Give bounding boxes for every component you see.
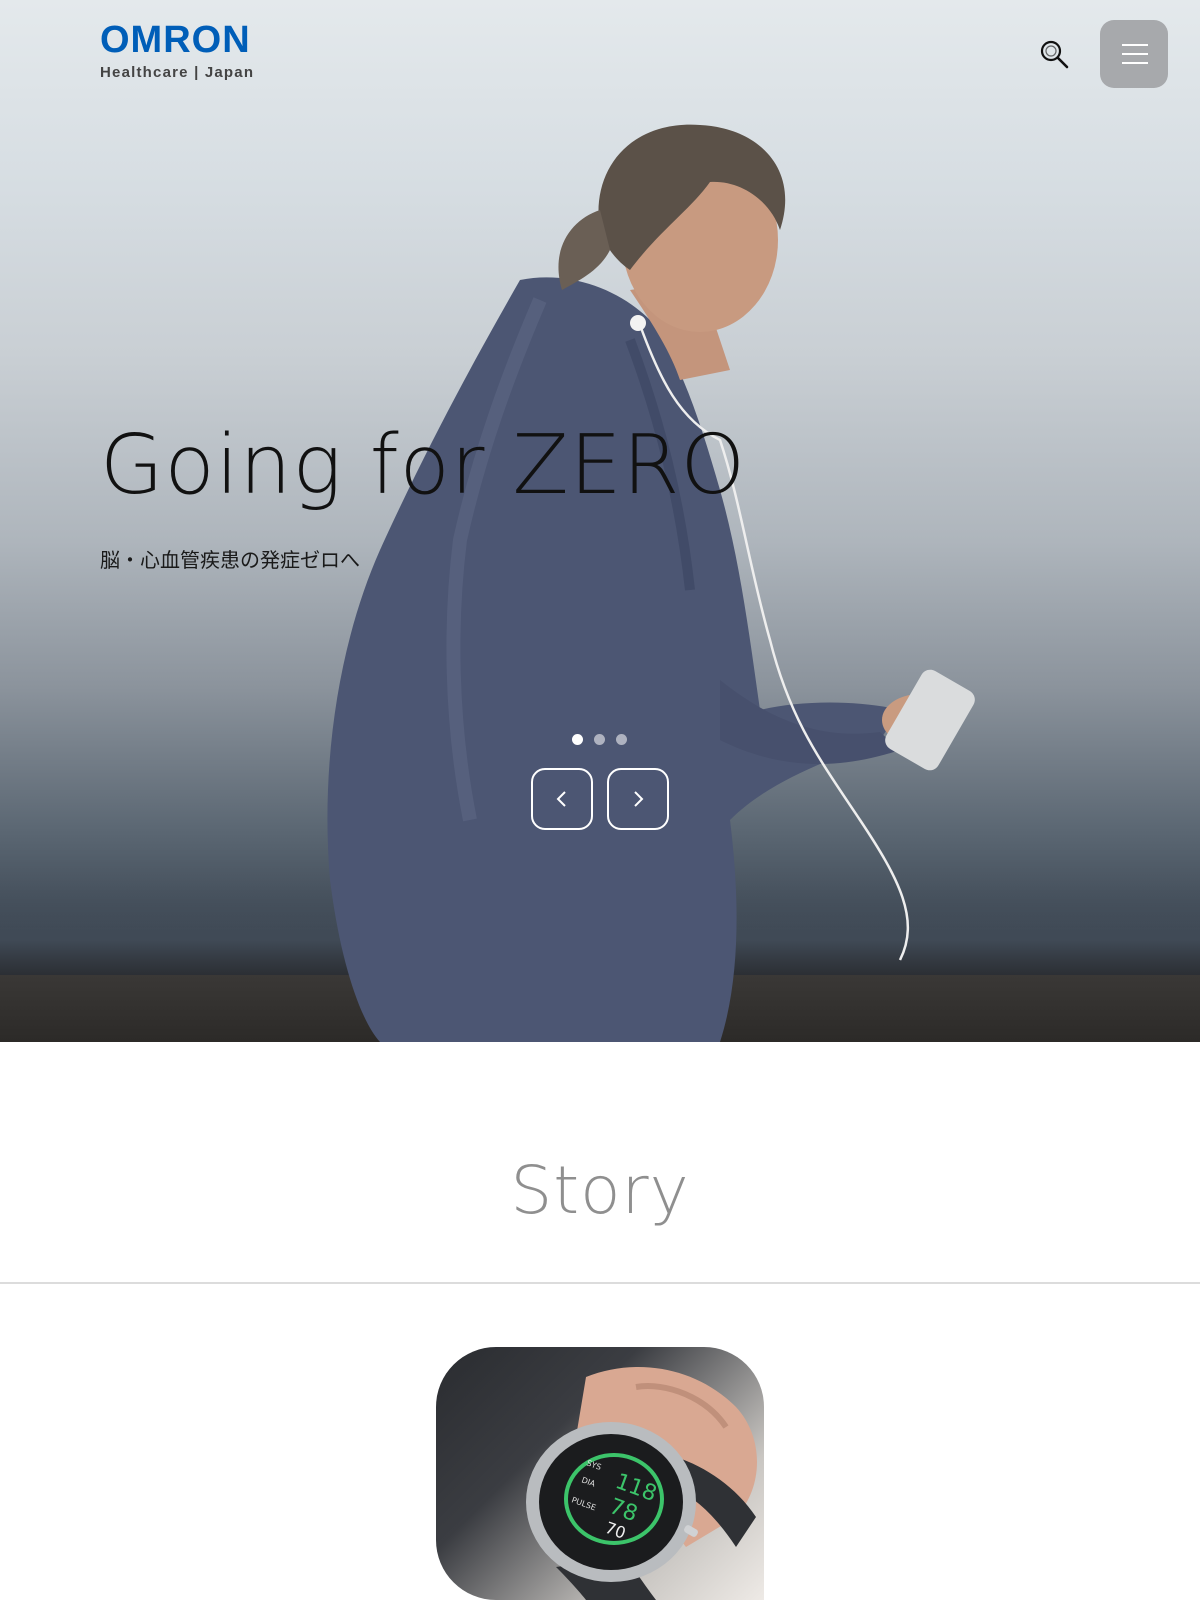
section-divider [0, 1282, 1200, 1284]
menu-button[interactable] [1100, 20, 1168, 88]
runner-photo [327, 124, 975, 1042]
search-icon [1040, 40, 1069, 69]
hero-subtitle: 脳・心血管疾患の発症ゼロへ [100, 548, 360, 572]
hero-title: Going for ZERO [100, 418, 747, 513]
search-button[interactable] [1038, 38, 1070, 70]
carousel-prev-button[interactable] [531, 768, 593, 830]
hamburger-menu-icon [1122, 44, 1148, 46]
carousel-dot[interactable] [572, 734, 583, 745]
carousel-pagination [572, 734, 627, 745]
omron-logo[interactable]: OMRON Healthcare | Japan [100, 19, 255, 81]
hero-carousel: OMRON Healthcare | Japan Going for ZERO … [0, 0, 1200, 1042]
logo-subtitle: Healthcare | Japan [100, 64, 255, 81]
logo-wordmark: OMRON [100, 19, 251, 61]
story-card[interactable]: SYS 118 DIA 78 PULSE 70 [436, 1347, 764, 1600]
chevron-right-icon [634, 791, 644, 807]
carousel-dot[interactable] [594, 734, 605, 745]
hamburger-line [1122, 62, 1148, 64]
chevron-left-icon [556, 791, 566, 807]
smartwatch-image: SYS 118 DIA 78 PULSE 70 [526, 1367, 757, 1600]
story-heading: Story [510, 1152, 690, 1229]
hamburger-line [1122, 53, 1148, 55]
carousel-dot[interactable] [616, 734, 627, 745]
carousel-next-button[interactable] [607, 768, 669, 830]
